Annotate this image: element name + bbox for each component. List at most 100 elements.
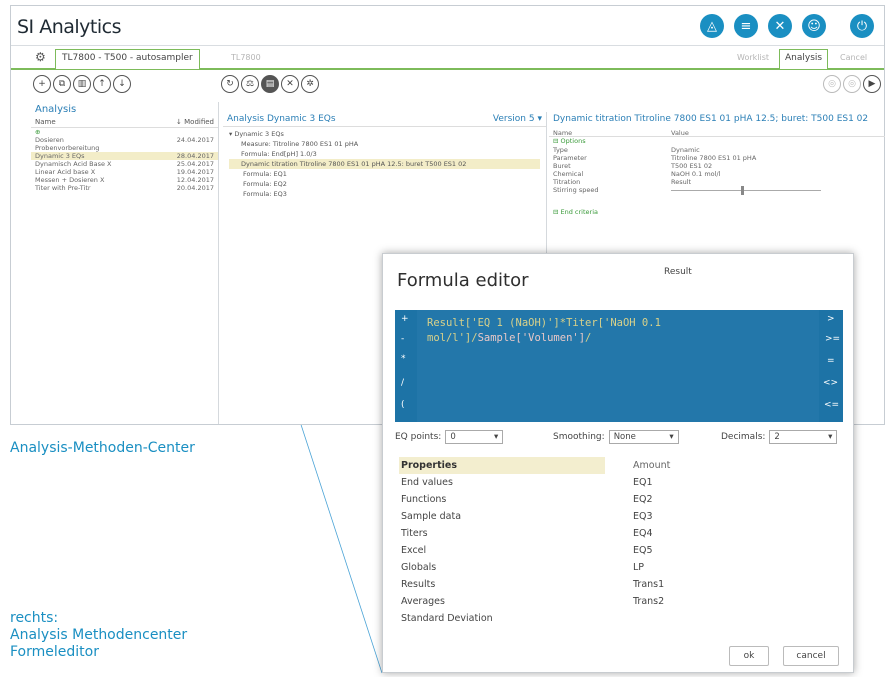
value-item[interactable]: Trans1	[633, 576, 670, 593]
scale-icon[interactable]: ⚖	[241, 75, 259, 93]
property-item[interactable]: Titers	[399, 525, 605, 542]
brand-logo: SI Analytics	[17, 16, 121, 38]
col-name[interactable]: Name	[35, 118, 56, 126]
op-divide-button[interactable]: /	[401, 378, 404, 388]
op-multiply-button[interactable]: *	[401, 354, 406, 364]
add-circle-icon[interactable]: ⊕	[35, 128, 40, 136]
version-label: Version	[492, 114, 526, 124]
op-gt-button[interactable]: >	[827, 314, 835, 324]
tree-item[interactable]: Measure: Titroline 7800 ES1 01 pHA	[229, 139, 540, 149]
tab-worklist[interactable]: Worklist	[737, 53, 769, 62]
tab-analysis[interactable]: Analysis	[779, 49, 829, 69]
tree-item-selected[interactable]: Dynamic titration Titroline 7800 ES1 01 …	[229, 159, 540, 169]
op-eq-button[interactable]: =	[827, 356, 835, 366]
property-item[interactable]: End values	[399, 474, 605, 491]
chevron-down-icon: ▾	[494, 432, 499, 442]
tools-icon[interactable]: ✕	[768, 14, 792, 38]
shape-icon[interactable]: ◬	[700, 14, 724, 38]
play-icon[interactable]: ▶	[863, 75, 881, 93]
tree-item[interactable]: Formula: EQ3	[229, 189, 540, 199]
method-header: Analysis Dynamic 3 EQs Version 5 ▾	[223, 112, 546, 127]
tab-secondary[interactable]: TL7800	[231, 53, 261, 62]
detail-row[interactable]: Stirring speed	[549, 186, 885, 195]
property-item[interactable]: Globals	[399, 559, 605, 576]
database-icon[interactable]: ≡	[734, 14, 758, 38]
import-icon[interactable]: ↓	[113, 75, 131, 93]
property-item[interactable]: Averages	[399, 593, 605, 610]
print-icon[interactable]: ▤	[261, 75, 279, 93]
property-item[interactable]: Standard Deviation	[399, 610, 605, 627]
smoothing-control: Smoothing: None ▾	[553, 430, 679, 444]
formula-editor-dialog: Formula editor Result + - * / ( Result['…	[382, 253, 854, 673]
detail-row[interactable]: Chemical NaOH 0.1 mol/l	[549, 170, 885, 178]
ok-button[interactable]: ok	[729, 646, 769, 666]
user-icon[interactable]: ☺	[802, 14, 826, 38]
property-item[interactable]: Functions	[399, 491, 605, 508]
property-item[interactable]: Sample data	[399, 508, 605, 525]
lock-icon[interactable]: ◎	[823, 75, 841, 93]
value-item[interactable]: EQ5	[633, 542, 670, 559]
list-item[interactable]: Dosieren 24.04.2017	[31, 136, 218, 144]
tree-item[interactable]: Formula: End[pH] 1.0/3	[229, 149, 540, 159]
property-item[interactable]: Excel	[399, 542, 605, 559]
tree-item[interactable]: Formula: EQ2	[229, 179, 540, 189]
value-item[interactable]: Trans2	[633, 593, 670, 610]
property-item[interactable]: Properties	[399, 457, 605, 474]
value-item[interactable]: EQ2	[633, 491, 670, 508]
list-item[interactable]: Titer with Pre-Titr 20.04.2017	[31, 184, 218, 192]
col-modified[interactable]: ↓ Modified	[176, 118, 214, 126]
version-select[interactable]: 5	[529, 114, 535, 124]
tab-cancel[interactable]: Cancel	[840, 53, 867, 62]
settings-icon[interactable]: ✲	[301, 75, 319, 93]
chevron-down-icon: ▾	[828, 432, 833, 442]
op-lte-button[interactable]: <=	[824, 400, 839, 410]
tree-root[interactable]: ▾ Dynamic 3 EQs	[229, 129, 540, 139]
value-item[interactable]: EQ3	[633, 508, 670, 525]
op-gte-button[interactable]: >=	[825, 334, 840, 344]
list-item[interactable]: Linear Acid base X 19.04.2017	[31, 168, 218, 176]
op-paren-button[interactable]: (	[401, 400, 405, 410]
add-row[interactable]: ⊕	[31, 128, 218, 136]
add-icon[interactable]: +	[33, 75, 51, 93]
dialog-title: Formula editor	[397, 270, 529, 291]
export-icon[interactable]: ↑	[93, 75, 111, 93]
value-item[interactable]: EQ1	[633, 474, 670, 491]
cancel-button[interactable]: cancel	[783, 646, 839, 666]
close-icon[interactable]: ✕	[281, 75, 299, 93]
delete-icon[interactable]: ▥	[73, 75, 91, 93]
list-item[interactable]: Messen + Dosieren X 12.04.2017	[31, 176, 218, 184]
copy-icon[interactable]: ⧉	[53, 75, 71, 93]
tab-row: ⚙ TL7800 - T500 - autosampler TL7800 Wor…	[11, 46, 884, 70]
top-bar: SI Analytics ◬ ≡ ✕ ☺ ⏻	[11, 6, 884, 46]
list-item[interactable]: Probenvorbereitung	[31, 144, 218, 152]
tab-instrument[interactable]: TL7800 - T500 - autosampler	[55, 49, 200, 69]
list-item[interactable]: Dynamic 3 EQs 28.04.2017	[31, 152, 218, 160]
refresh-icon[interactable]: ↻	[221, 75, 239, 93]
stop-icon[interactable]: ◎	[843, 75, 861, 93]
gear-icon[interactable]: ⚙	[35, 50, 46, 64]
detail-row[interactable]: Titration Result	[549, 178, 885, 186]
eq-points-select[interactable]: 0 ▾	[445, 430, 504, 444]
chevron-down-icon: ▾	[669, 432, 674, 442]
value-item[interactable]: Amount	[633, 457, 670, 474]
tree-item[interactable]: Formula: EQ1	[229, 169, 540, 179]
detail-row[interactable]: Parameter Titroline 7800 ES1 01 pHA	[549, 154, 885, 162]
op-minus-button[interactable]: -	[401, 334, 404, 344]
power-icon[interactable]: ⏻	[850, 14, 874, 38]
property-list: Properties End values Functions Sample d…	[399, 457, 605, 627]
op-plus-button[interactable]: +	[401, 314, 409, 324]
value-item[interactable]: EQ4	[633, 525, 670, 542]
smoothing-select[interactable]: None ▾	[608, 430, 679, 444]
group-end-criteria[interactable]: ⊟ End criteria	[549, 208, 885, 217]
detail-row[interactable]: Buret T500 ES1 02	[549, 162, 885, 170]
property-item[interactable]: Results	[399, 576, 605, 593]
analysis-list-panel: Analysis Name ↓ Modified ⊕ Dosieren 24.04…	[31, 102, 219, 424]
list-item[interactable]: Dynamisch Acid Base X 25.04.2017	[31, 160, 218, 168]
value-item[interactable]: LP	[633, 559, 670, 576]
formula-input[interactable]: Result['EQ 1 (NaOH)']*Titer['NaOH 0.1 mo…	[417, 310, 819, 422]
stirring-slider[interactable]	[671, 186, 821, 195]
details-title: Dynamic titration Titroline 7800 ES1 01 …	[553, 114, 869, 124]
decimals-select[interactable]: 2 ▾	[769, 430, 838, 444]
op-neq-button[interactable]: <>	[823, 378, 838, 388]
group-options[interactable]: ⊟ Options	[549, 137, 885, 146]
